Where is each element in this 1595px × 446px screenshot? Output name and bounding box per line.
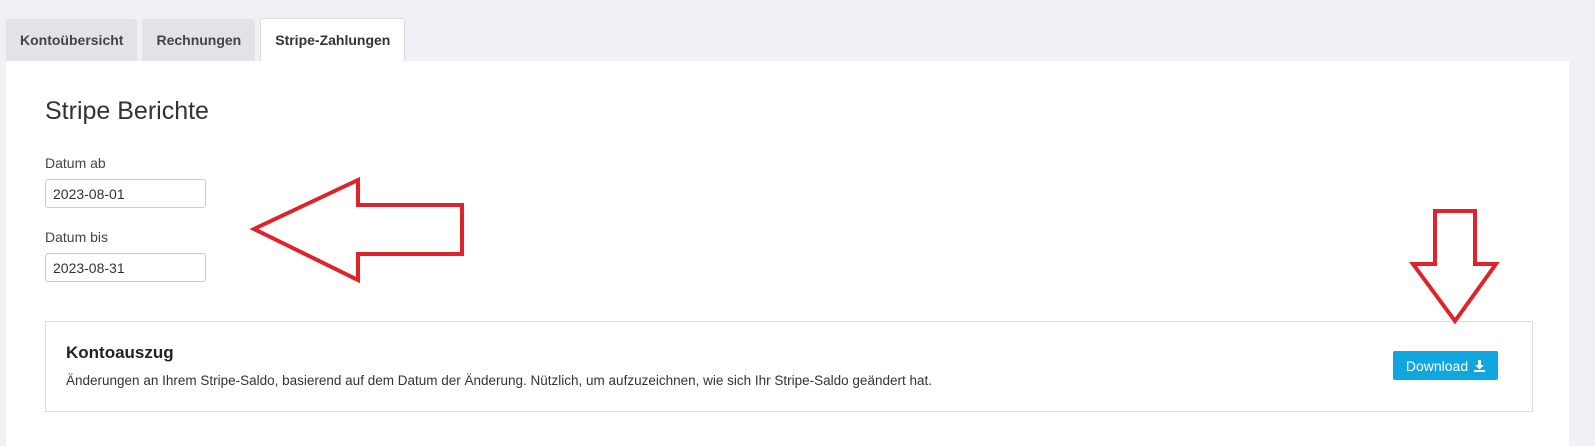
date-to-label: Datum bis xyxy=(45,229,109,245)
date-from-input[interactable] xyxy=(45,179,206,208)
tab-rechnungen[interactable]: Rechnungen xyxy=(142,19,256,61)
report-title: Kontoauszug xyxy=(66,343,174,362)
download-icon xyxy=(1474,359,1486,372)
date-to-input[interactable] xyxy=(45,253,206,282)
report-description: Änderungen an Ihrem Stripe-Saldo, basier… xyxy=(66,373,932,388)
statement-report-card: Kontoauszug Änderungen an Ihrem Stripe-S… xyxy=(45,321,1533,412)
tab-stripe-zahlungen[interactable]: Stripe-Zahlungen xyxy=(260,18,406,61)
content-panel: Stripe Berichte Datum ab Datum bis Konto… xyxy=(6,61,1569,446)
tab-bar: Kontoübersicht Rechnungen Stripe-Zahlung… xyxy=(6,18,410,61)
page-title: Stripe Berichte xyxy=(45,97,209,125)
tab-kontouebersicht[interactable]: Kontoübersicht xyxy=(6,19,138,61)
date-from-label: Datum ab xyxy=(45,155,106,171)
download-button[interactable]: Download xyxy=(1393,351,1498,380)
download-button-label: Download xyxy=(1405,357,1469,374)
